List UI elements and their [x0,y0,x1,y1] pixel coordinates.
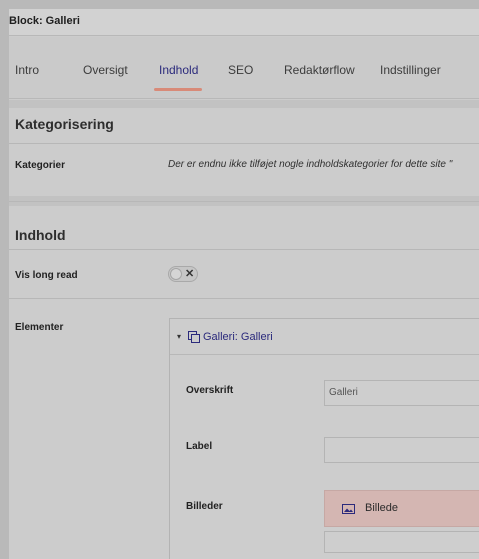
label-label: Label [186,441,213,452]
tab-oversigt[interactable]: Oversigt [83,63,128,77]
gallery-element-title: Galleri: Galleri [203,331,273,343]
tab-redaktoerflow[interactable]: Redaktørflow [284,63,355,77]
gallery-element: ▾ Galleri: Galleri Overskrift Galleri La… [169,318,479,559]
categories-label: Kategorier [15,160,66,171]
gallery-element-header[interactable]: ▾ Galleri: Galleri [170,319,479,355]
divider [9,298,479,299]
categories-empty-text: Der er endnu ikke tilføjet nogle indhold… [168,159,453,170]
long-read-toggle[interactable]: ✕ [168,266,198,282]
close-icon: ✕ [185,268,195,280]
image-icon [342,504,355,514]
label-input[interactable] [324,437,479,463]
copy-icon [188,331,200,343]
tab-seo[interactable]: SEO [228,63,253,77]
tab-bar: Intro Oversigt Indhold SEO Redaktørflow … [9,37,479,99]
images-label: Billeder [186,501,223,512]
heading-input[interactable]: Galleri [324,380,479,406]
elements-label: Elementer [15,322,64,333]
add-image-label: Billede [365,502,399,514]
caret-down-icon[interactable]: ▾ [177,332,181,341]
section-title-content: Indhold [15,227,66,243]
toggle-knob [170,268,182,280]
tab-indhold[interactable]: Indhold [159,63,198,77]
add-image-button[interactable]: Billede [324,490,479,527]
long-read-label: Vis long read [15,270,78,281]
images-input[interactable] [324,531,479,553]
block-title: Block: Galleri [9,9,479,36]
heading-label: Overskrift [186,385,234,396]
tab-intro[interactable]: Intro [15,63,39,77]
active-tab-indicator [154,88,202,91]
divider [9,143,479,144]
divider [9,201,479,202]
section-spacer [9,100,479,108]
divider [9,249,479,250]
section-title-categorization: Kategorisering [15,116,114,132]
tab-indstillinger[interactable]: Indstillinger [380,63,441,77]
block-editor-panel: Block: Galleri Intro Oversigt Indhold SE… [9,9,479,559]
